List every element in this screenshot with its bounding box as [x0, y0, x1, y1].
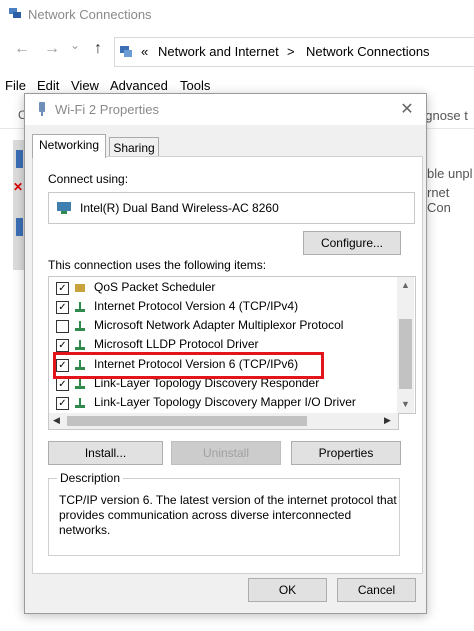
dialog-title-bar: Wi-Fi 2 Properties ✕ — [25, 94, 426, 125]
breadcrumb-overflow[interactable]: « — [141, 44, 148, 59]
breadcrumb-network-and-internet[interactable]: Network and Internet — [158, 44, 279, 59]
components-list[interactable]: ✓ QoS Packet Scheduler ✓ Internet Protoc… — [48, 276, 416, 414]
checkbox[interactable]: ✓ — [56, 282, 69, 295]
checkbox[interactable]: ✓ — [56, 397, 69, 410]
menu-advanced[interactable]: Advanced — [110, 78, 168, 93]
address-bar[interactable]: « Network and Internet > Network Connect… — [114, 37, 474, 67]
list-hscrollbar[interactable]: ◀ ▶ — [48, 413, 399, 430]
menu-tools[interactable]: Tools — [180, 78, 210, 93]
list-item-label: Microsoft LLDP Protocol Driver — [94, 337, 259, 351]
network-connections-icon — [9, 8, 21, 18]
scroll-thumb[interactable] — [399, 319, 412, 389]
network-folder-icon — [120, 46, 132, 57]
configure-button[interactable]: Configure... — [303, 231, 401, 255]
checkbox[interactable]: ✓ — [56, 378, 69, 391]
adapter-name: Intel(R) Dual Band Wireless-AC 8260 — [80, 201, 279, 215]
ok-button[interactable]: OK — [248, 578, 327, 602]
recent-dropdown-icon[interactable]: ⌄ — [70, 38, 80, 52]
adapter-icon-1 — [16, 150, 23, 168]
menu-file[interactable]: File — [5, 78, 26, 93]
ipv6-highlight-box — [53, 352, 324, 379]
checkbox[interactable]: ✓ — [56, 301, 69, 314]
wifi-adapter-icon — [39, 102, 45, 116]
list-item-label: QoS Packet Scheduler — [94, 280, 216, 294]
list-item-label: Internet Protocol Version 4 (TCP/IPv4) — [94, 299, 299, 313]
up-arrow-icon[interactable]: ↑ — [94, 40, 102, 58]
uninstall-button: Uninstall — [171, 441, 281, 465]
protocol-icon — [75, 340, 85, 350]
back-arrow-icon[interactable]: ← — [14, 40, 30, 58]
breadcrumb-network-connections[interactable]: Network Connections — [306, 44, 430, 59]
list-item-label: Microsoft Network Adapter Multiplexor Pr… — [94, 318, 344, 332]
status-fragment-2: rnet Con — [427, 185, 451, 215]
cancel-button[interactable]: Cancel — [337, 578, 416, 602]
menu-view[interactable]: View — [71, 78, 99, 93]
connect-using-label: Connect using: — [48, 172, 129, 186]
items-label: This connection uses the following items… — [48, 258, 267, 272]
protocol-icon — [75, 379, 85, 389]
disconnected-x-icon: ✕ — [13, 180, 24, 194]
properties-button[interactable]: Properties — [291, 441, 401, 465]
status-fragment-1: ble unpl — [427, 166, 473, 181]
dialog-title: Wi-Fi 2 Properties — [55, 102, 160, 117]
list-item-qos[interactable]: ✓ QoS Packet Scheduler — [49, 278, 389, 297]
list-item-lltd-mapper[interactable]: ✓ Link-Layer Topology Discovery Mapper I… — [49, 393, 389, 412]
list-item-label: Link-Layer Topology Discovery Mapper I/O… — [94, 395, 356, 409]
explorer-title-bar: Network Connections — [0, 0, 474, 30]
breadcrumb-separator: > — [287, 44, 295, 59]
list-scrollbar[interactable]: ▲ ▼ — [397, 277, 414, 413]
description-group: Description TCP/IP version 6. The latest… — [48, 471, 400, 556]
scroll-up-icon[interactable]: ▲ — [397, 280, 414, 290]
networking-pane: Connect using: Intel(R) Dual Band Wirele… — [32, 156, 423, 574]
list-item-ipv4[interactable]: ✓ Internet Protocol Version 4 (TCP/IPv4) — [49, 297, 389, 316]
hscroll-thumb[interactable] — [67, 416, 307, 426]
protocol-icon — [75, 321, 85, 331]
explorer-title: Network Connections — [28, 7, 152, 22]
close-icon[interactable]: ✕ — [397, 100, 417, 120]
description-caption: Description — [57, 471, 124, 485]
scroll-right-icon[interactable]: ▶ — [384, 415, 391, 426]
forward-arrow-icon[interactable]: → — [44, 40, 60, 58]
protocol-icon — [75, 302, 85, 312]
service-icon — [75, 284, 85, 292]
menu-edit[interactable]: Edit — [37, 78, 59, 93]
network-adapter-icon — [57, 202, 71, 214]
adapter-icon-2 — [16, 218, 23, 236]
checkbox[interactable]: ✓ — [56, 339, 69, 352]
tab-networking[interactable]: Networking — [32, 134, 106, 158]
description-text: TCP/IP version 6. The latest version of … — [59, 493, 397, 537]
checkbox[interactable] — [56, 320, 69, 333]
scroll-down-icon[interactable]: ▼ — [397, 399, 414, 409]
protocol-icon — [75, 398, 85, 408]
scroll-left-icon[interactable]: ◀ — [53, 415, 60, 426]
install-button[interactable]: Install... — [48, 441, 163, 465]
wifi-properties-dialog: Wi-Fi 2 Properties ✕ Networking Sharing … — [24, 93, 427, 614]
adapter-field: Intel(R) Dual Band Wireless-AC 8260 — [48, 192, 415, 224]
list-item-multiplexor[interactable]: Microsoft Network Adapter Multiplexor Pr… — [49, 316, 389, 335]
